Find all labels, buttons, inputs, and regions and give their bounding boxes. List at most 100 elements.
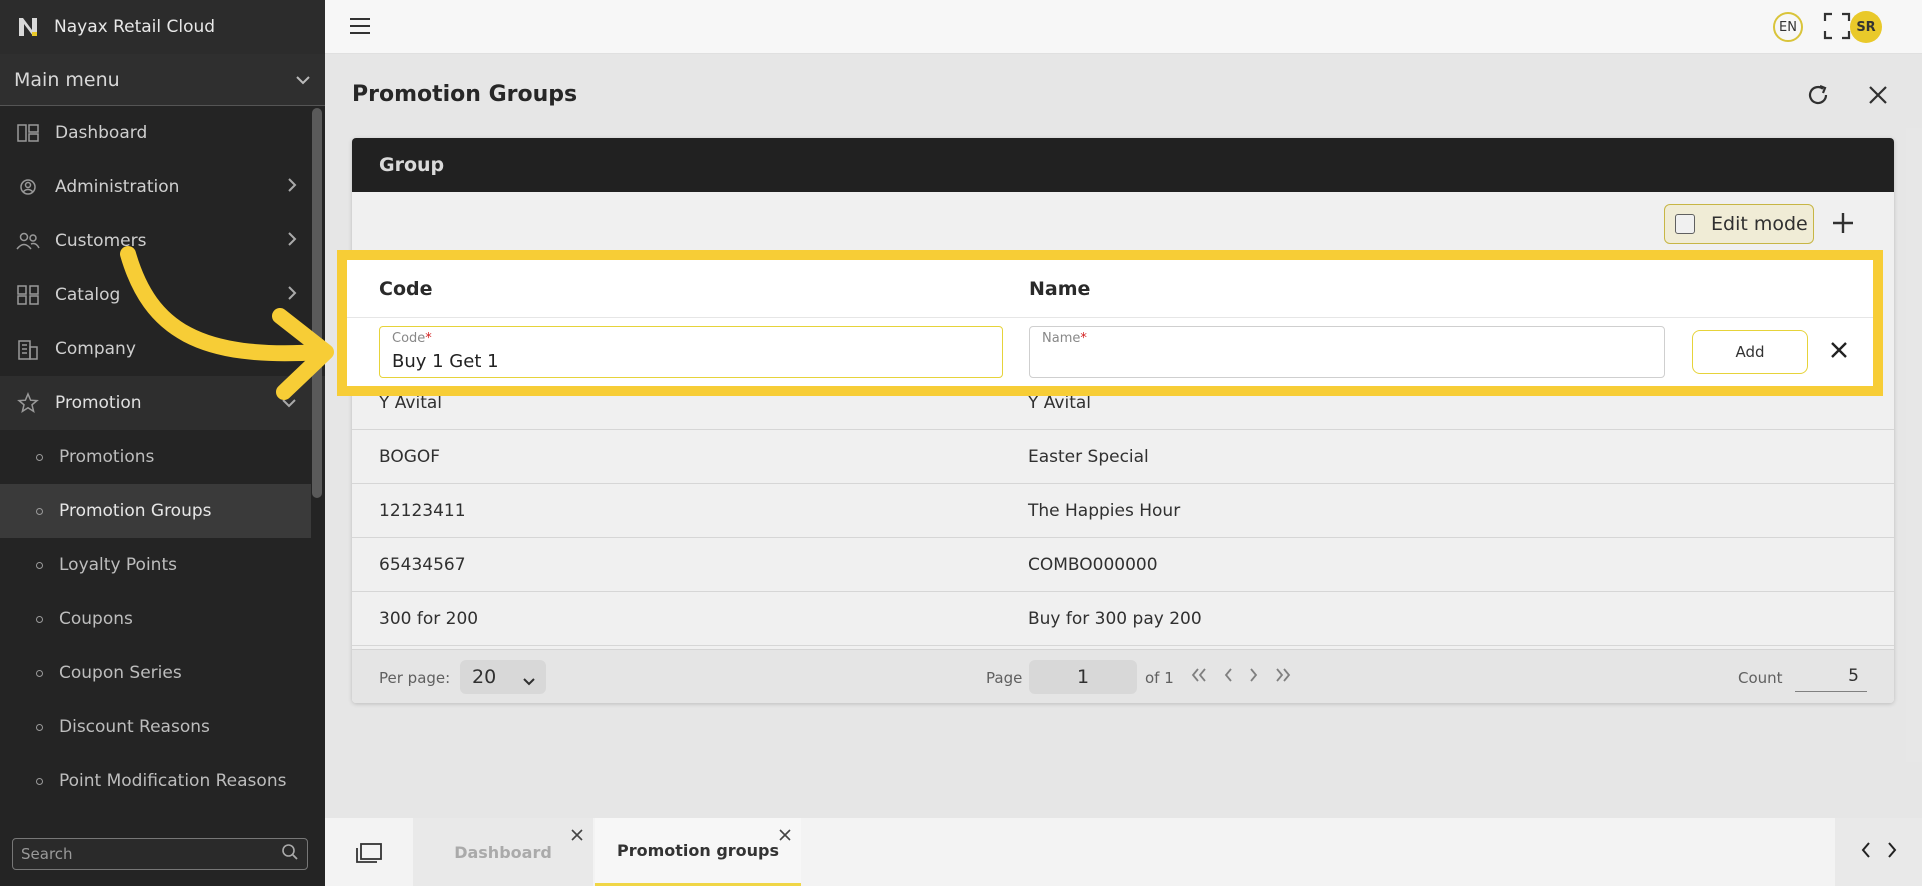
- sidebar-search-input[interactable]: [21, 845, 281, 863]
- table-row[interactable]: 300 for 200 Buy for 300 pay 200: [352, 592, 1894, 646]
- nayax-logo-icon: [16, 15, 40, 39]
- code-input[interactable]: [392, 351, 982, 372]
- sidebar-search: [12, 838, 308, 870]
- sidebar-subitem-label: Point Modification Reasons: [59, 771, 287, 791]
- name-field-label: Name*: [1042, 331, 1087, 346]
- tab-scroll-controls: [1835, 818, 1922, 886]
- edit-mode-toggle[interactable]: Edit mode: [1664, 204, 1814, 244]
- fullscreen-icon[interactable]: [1823, 12, 1851, 44]
- sidebar-subitem-promotions[interactable]: Promotions: [0, 430, 325, 484]
- first-page-icon[interactable]: [1190, 667, 1208, 687]
- sidebar-subitem-coupon-series[interactable]: Coupon Series: [0, 646, 325, 700]
- customers-icon: [16, 229, 40, 253]
- cell-code: 12123411: [379, 501, 466, 521]
- cell-code: Y Avital: [379, 393, 443, 413]
- cell-code: BOGOF: [379, 447, 441, 467]
- chevron-right-icon[interactable]: [1886, 841, 1898, 863]
- company-icon: [16, 337, 40, 361]
- chevron-left-icon[interactable]: [1860, 841, 1872, 863]
- sidebar-item-label: Dashboard: [55, 123, 148, 143]
- prev-page-icon[interactable]: [1222, 667, 1234, 687]
- administration-icon: [16, 175, 40, 199]
- app-title: Nayax Retail Cloud: [54, 17, 216, 37]
- pagination: [1190, 667, 1292, 687]
- sidebar-subitem-label: Promotions: [59, 447, 155, 467]
- sidebar-subitem-discount-reasons[interactable]: Discount Reasons: [0, 700, 325, 754]
- page-number-input[interactable]: 1: [1029, 660, 1137, 694]
- sidebar-subitem-promotion-groups[interactable]: Promotion Groups: [0, 484, 311, 538]
- brand: Nayax Retail Cloud: [0, 0, 325, 54]
- card-header: Group: [352, 138, 1894, 192]
- table-row[interactable]: 65434567 COMBO000000: [352, 538, 1894, 592]
- bullet-icon: [36, 615, 43, 623]
- tab-dashboard[interactable]: Dashboard: [413, 818, 593, 886]
- next-page-icon[interactable]: [1248, 667, 1260, 687]
- column-header-name[interactable]: Name: [1029, 278, 1090, 300]
- cell-name: Buy for 300 pay 200: [1028, 609, 1202, 629]
- page-count-label: of 1: [1145, 669, 1174, 687]
- annotation-arrow-icon: [120, 246, 334, 400]
- sidebar-subitem-label: Loyalty Points: [59, 555, 177, 575]
- sidebar-subitem-point-modification-reasons[interactable]: Point Modification Reasons: [0, 754, 325, 808]
- sidebar-item-dashboard[interactable]: Dashboard: [0, 106, 325, 160]
- bullet-icon: [36, 723, 43, 731]
- code-field: Code*: [379, 326, 1003, 378]
- search-icon[interactable]: [281, 843, 299, 865]
- chevron-down-icon: [295, 70, 311, 89]
- name-input[interactable]: [1042, 351, 1632, 372]
- close-tab-icon[interactable]: [779, 826, 791, 845]
- bullet-icon: [36, 507, 43, 515]
- edit-mode-checkbox[interactable]: [1675, 214, 1695, 234]
- table-row[interactable]: BOGOF Easter Special: [352, 430, 1894, 484]
- catalog-icon: [16, 283, 40, 307]
- last-page-icon[interactable]: [1274, 667, 1292, 687]
- cell-name: The Happies Hour: [1028, 501, 1181, 521]
- close-tab-icon[interactable]: [571, 826, 583, 845]
- close-icon[interactable]: [1829, 340, 1849, 364]
- add-row-icon[interactable]: [1832, 212, 1854, 238]
- cell-name: Y Avital: [1028, 393, 1092, 413]
- hamburger-menu-icon[interactable]: [349, 17, 371, 39]
- tab-promotion-groups[interactable]: Promotion groups: [595, 818, 801, 886]
- sidebar-item-administration[interactable]: Administration: [0, 160, 325, 214]
- page-label: Page: [986, 669, 1023, 687]
- cell-name: Easter Special: [1028, 447, 1149, 467]
- sidebar-subitem-label: Coupon Series: [59, 663, 182, 683]
- per-page-value: 20: [472, 666, 497, 688]
- refresh-icon[interactable]: [1806, 83, 1830, 111]
- close-page-icon[interactable]: [1867, 84, 1889, 110]
- tab-label: Dashboard: [454, 842, 552, 862]
- topbar: EN SR: [325, 0, 1922, 54]
- page-title: Promotion Groups: [352, 82, 578, 107]
- user-avatar[interactable]: SR: [1850, 11, 1882, 43]
- dashboard-icon: [16, 121, 40, 145]
- name-field: Name*: [1029, 326, 1665, 378]
- cell-code: 300 for 200: [379, 609, 479, 629]
- chevron-down-icon: [522, 670, 536, 692]
- chevron-right-icon: [287, 177, 297, 198]
- main-menu-label: Main menu: [14, 68, 120, 91]
- sidebar-subitem-coupons[interactable]: Coupons: [0, 592, 325, 646]
- add-button[interactable]: Add: [1692, 330, 1808, 374]
- new-row-highlight: Code Name Code* Name* Add: [337, 250, 1883, 396]
- bottom-tabbar: Dashboard Promotion groups: [325, 818, 1922, 886]
- per-page-select[interactable]: 20: [460, 660, 546, 694]
- table-header: Code Name: [347, 260, 1873, 318]
- per-page-label: Per page:: [379, 669, 451, 687]
- bullet-icon: [36, 561, 43, 569]
- count-label: Count: [1738, 669, 1783, 687]
- cell-name: COMBO000000: [1028, 555, 1158, 575]
- sidebar-subitem-label: Coupons: [59, 609, 133, 629]
- cell-code: 65434567: [379, 555, 466, 575]
- language-selector[interactable]: EN: [1773, 12, 1803, 42]
- code-field-label: Code*: [392, 331, 432, 346]
- sidebar-subitem-loyalty-points[interactable]: Loyalty Points: [0, 538, 325, 592]
- column-header-code[interactable]: Code: [379, 278, 432, 300]
- sidebar-subitem-label: Discount Reasons: [59, 717, 210, 737]
- count-value: 5: [1795, 662, 1867, 692]
- sidebar-item-label: Administration: [55, 177, 180, 197]
- main-menu-toggle[interactable]: Main menu: [0, 54, 325, 106]
- tab-label: Promotion groups: [616, 841, 780, 860]
- table-row[interactable]: 12123411 The Happies Hour: [352, 484, 1894, 538]
- windows-icon[interactable]: [355, 842, 383, 868]
